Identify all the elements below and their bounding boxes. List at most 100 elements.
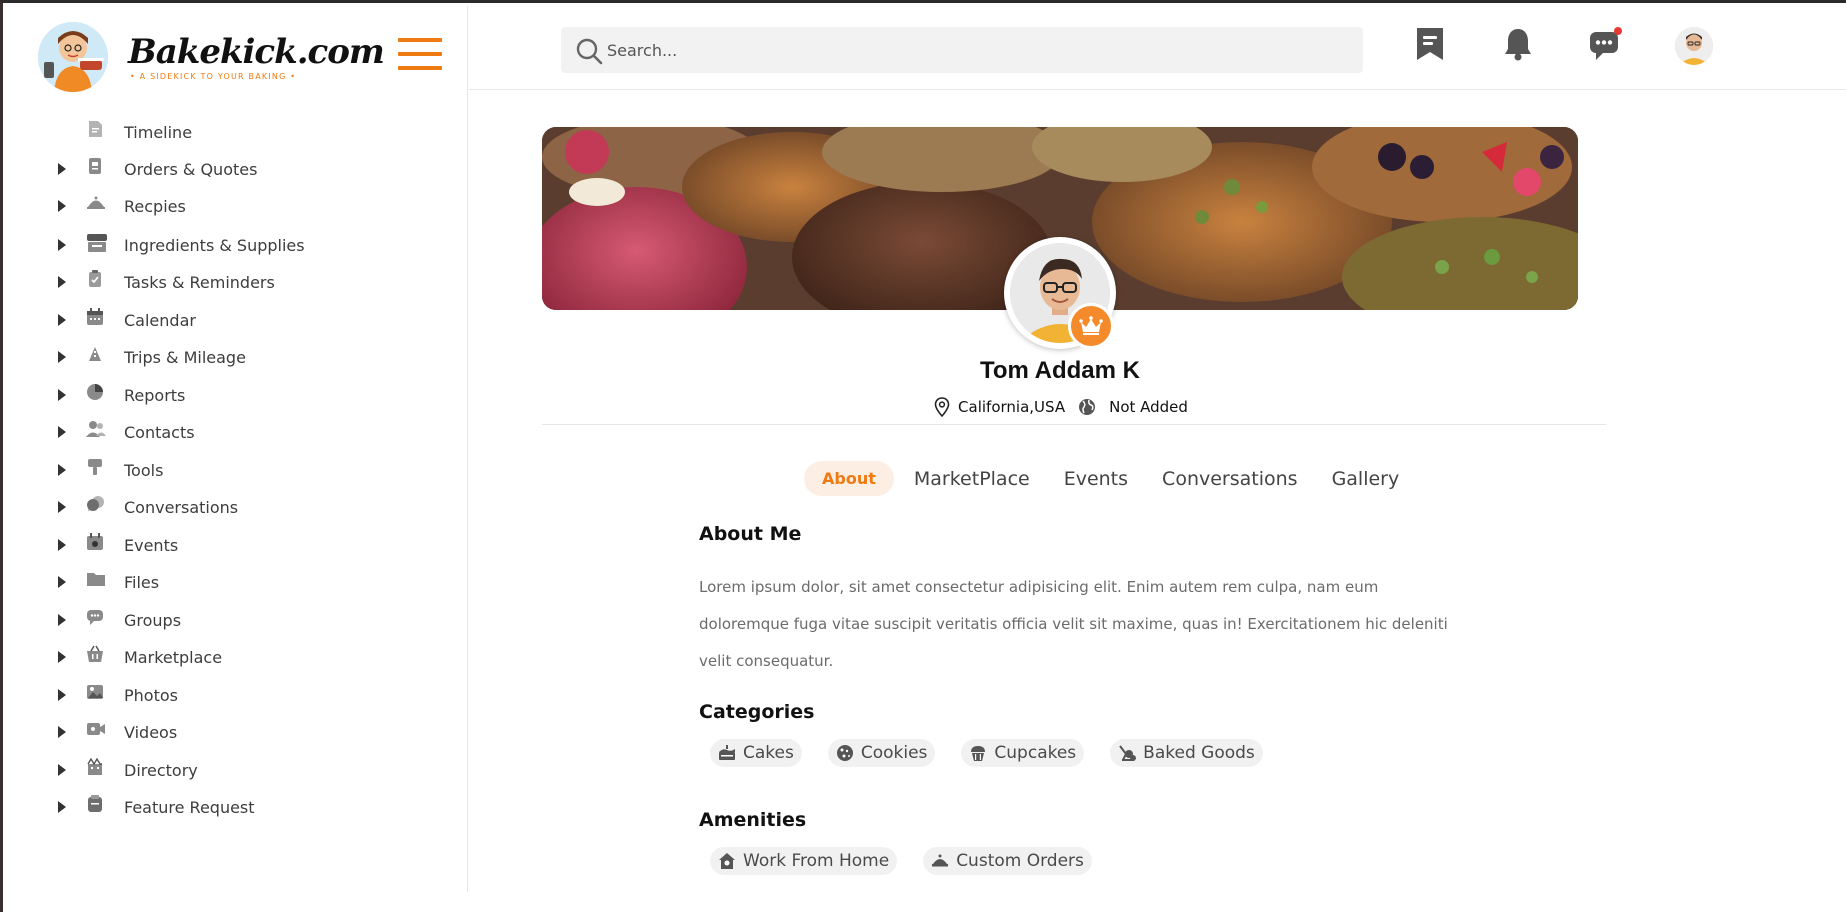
sidebar-item-label: Calendar — [124, 310, 196, 330]
expand-caret-icon[interactable] — [58, 614, 66, 626]
sidebar-item-timeline[interactable]: Timeline — [6, 118, 446, 146]
sidebar-item-orders-quotes[interactable]: Orders & Quotes — [6, 155, 446, 183]
category-chip-cupcakes[interactable]: Cupcakes — [961, 739, 1085, 767]
expand-caret-icon[interactable] — [58, 689, 66, 701]
chip-label: Custom Orders — [956, 851, 1084, 871]
profile-meta: California,USA Not Added — [469, 397, 1651, 418]
chip-label: Work From Home — [743, 851, 890, 871]
sidebar-item-label: Photos — [124, 685, 178, 705]
amenity-chip-work-from-home[interactable]: Work From Home — [710, 847, 898, 875]
sidebar-item-label: Feature Request — [124, 797, 255, 817]
sidebar-item-label: Marketplace — [124, 647, 223, 667]
expand-caret-icon[interactable] — [58, 576, 66, 588]
sidebar-item-label: Events — [124, 535, 179, 555]
expand-caret-icon[interactable] — [58, 314, 66, 326]
bell-icon[interactable] — [1502, 26, 1538, 66]
sidebar-item-photos[interactable]: Photos — [6, 681, 446, 709]
sidebar-item-events[interactable]: Events — [6, 531, 446, 559]
tab-events[interactable]: Events — [1050, 462, 1142, 496]
profile-location: California,USA — [958, 398, 1066, 416]
expand-caret-icon[interactable] — [58, 464, 66, 476]
category-chip-baked-goods[interactable]: Baked Goods — [1110, 739, 1263, 767]
cupcake-icon — [969, 744, 987, 762]
sidebar-item-contacts[interactable]: Contacts — [6, 418, 446, 446]
sidebar-item-tools[interactable]: Tools — [6, 456, 446, 484]
sidebar-item-label: Tools — [124, 460, 164, 480]
expand-caret-icon[interactable] — [58, 276, 66, 288]
expand-caret-icon[interactable] — [58, 539, 66, 551]
sidebar-item-label: Trips & Mileage — [124, 347, 246, 367]
basket-icon — [86, 645, 106, 663]
chip-label: Cakes — [743, 743, 794, 763]
search-input[interactable] — [607, 27, 1347, 73]
expand-caret-icon[interactable] — [58, 389, 66, 401]
sidebar-item-calendar[interactable]: Calendar — [6, 306, 446, 334]
directory-icon — [86, 757, 106, 776]
profile-tabs: About MarketPlace Events Conversations G… — [804, 461, 1413, 496]
sidebar-item-recipes[interactable]: Recpies — [6, 192, 446, 220]
contacts-icon — [86, 420, 106, 438]
sidebar-item-label: Groups — [124, 610, 182, 630]
sidebar-item-label: Recpies — [124, 196, 186, 216]
chip-label: Cookies — [860, 743, 928, 763]
trips-icon — [86, 345, 106, 363]
sidebar-item-files[interactable]: Files — [6, 568, 446, 596]
expand-caret-icon[interactable] — [58, 239, 66, 251]
sidebar-item-tasks[interactable]: Tasks & Reminders — [6, 268, 446, 296]
sidebar-item-reports[interactable]: Reports — [6, 381, 446, 409]
profile-name: Tom Addam K — [980, 357, 1140, 384]
category-chip-cakes[interactable]: Cakes — [710, 739, 802, 767]
chat-bubbles-icon — [86, 495, 106, 513]
image-icon — [86, 683, 106, 701]
profile-avatar[interactable] — [1004, 237, 1116, 349]
brand-logo[interactable]: Bakekick.com • A SIDEKICK TO YOUR BAKING… — [34, 20, 385, 100]
sidebar-item-directory[interactable]: Directory — [6, 756, 446, 784]
sidebar-item-trips[interactable]: Trips & Mileage — [6, 343, 446, 371]
event-calendar-icon — [86, 533, 106, 551]
notes-icon[interactable] — [1414, 26, 1450, 66]
app-window: Bakekick.com • A SIDEKICK TO YOUR BAKING… — [0, 0, 1846, 912]
expand-caret-icon[interactable] — [58, 351, 66, 363]
expand-caret-icon[interactable] — [58, 501, 66, 513]
clipboard-check-icon — [86, 270, 106, 288]
sidebar: Bakekick.com • A SIDEKICK TO YOUR BAKING… — [6, 6, 468, 892]
about-body: Lorem ipsum dolor, sit amet consectetur … — [699, 578, 1448, 670]
expand-caret-icon[interactable] — [58, 163, 66, 175]
categories-title: Categories — [699, 701, 815, 723]
cookie-icon — [836, 744, 854, 762]
expand-caret-icon[interactable] — [58, 801, 66, 813]
sidebar-item-feature-request[interactable]: Feature Request — [6, 793, 446, 821]
sidebar-item-label: Conversations — [124, 497, 239, 517]
calendar-icon — [86, 308, 106, 326]
category-chip-cookies[interactable]: Cookies — [827, 739, 936, 767]
search-box[interactable] — [561, 27, 1363, 73]
expand-caret-icon[interactable] — [58, 200, 66, 212]
sidebar-item-videos[interactable]: Videos — [6, 718, 446, 746]
sidebar-item-ingredients[interactable]: Ingredients & Supplies — [6, 231, 446, 259]
expand-caret-icon[interactable] — [58, 651, 66, 663]
sidebar-item-label: Tasks & Reminders — [124, 272, 275, 292]
user-avatar[interactable] — [1675, 27, 1713, 65]
cloche-icon — [931, 852, 949, 870]
sidebar-item-conversations[interactable]: Conversations — [6, 493, 446, 521]
expand-caret-icon[interactable] — [58, 726, 66, 738]
tab-about[interactable]: About — [804, 461, 894, 496]
sidebar-item-groups[interactable]: Groups — [6, 606, 446, 634]
expand-caret-icon[interactable] — [58, 764, 66, 776]
tab-gallery[interactable]: Gallery — [1318, 462, 1414, 496]
amenity-chip-custom-orders[interactable]: Custom Orders — [923, 847, 1092, 875]
sidebar-item-label: Orders & Quotes — [124, 159, 258, 179]
tab-marketplace[interactable]: MarketPlace — [900, 462, 1044, 496]
sidebar-item-marketplace[interactable]: Marketplace — [6, 643, 446, 671]
sidebar-item-label: Videos — [124, 722, 178, 742]
video-icon — [86, 720, 106, 738]
chip-label: Cupcakes — [994, 743, 1077, 763]
sidebar-item-label: Files — [124, 572, 160, 592]
categories-list: Cakes Cookies Cupcakes Baked Goods — [710, 739, 1263, 767]
messages-icon[interactable] — [1588, 26, 1624, 66]
menu-toggle-icon[interactable] — [398, 38, 442, 70]
profile-page: Tom Addam K California,USA Not Added Abo… — [469, 91, 1846, 915]
brand-tagline: • A SIDEKICK TO YOUR BAKING • — [130, 72, 297, 81]
tab-conversations[interactable]: Conversations — [1148, 462, 1312, 496]
expand-caret-icon[interactable] — [58, 426, 66, 438]
